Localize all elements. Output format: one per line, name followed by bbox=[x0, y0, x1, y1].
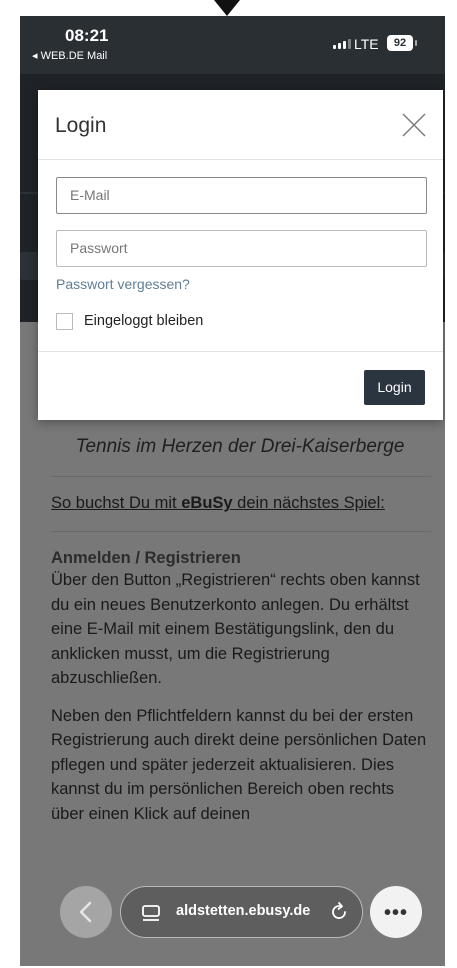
header-left-edge bbox=[20, 252, 40, 280]
reload-icon bbox=[332, 902, 346, 919]
address-bar[interactable]: aldstetten.ebusy.de bbox=[120, 886, 363, 938]
remember-me-label[interactable]: Eingeloggt bleiben bbox=[84, 313, 203, 329]
chevron-left-icon bbox=[79, 901, 92, 923]
back-button[interactable] bbox=[60, 886, 112, 938]
howto-heading: So buchst Du mit eBuSy dein nächstes Spi… bbox=[51, 494, 385, 512]
page-content: Tennis im Herzen der Drei-Kaiserberge So… bbox=[51, 436, 431, 826]
divider bbox=[51, 476, 431, 477]
modal-header-divider bbox=[38, 159, 443, 160]
paragraph: Über den Button „Registrieren“ rechts ob… bbox=[51, 571, 420, 687]
close-icon[interactable] bbox=[402, 113, 426, 137]
top-arrow-marker bbox=[214, 0, 240, 16]
login-modal: Login E-Mail Passwort Passwort vergessen… bbox=[38, 90, 443, 420]
divider bbox=[51, 531, 431, 532]
phone-screen: 08:21 ◂ WEB.DE Mail LTE 92 Tennis im Her… bbox=[20, 16, 445, 966]
login-button[interactable]: Login bbox=[364, 370, 425, 405]
paragraph: Neben den Pflichtfeldern kannst du bei d… bbox=[51, 706, 427, 823]
network-label: LTE bbox=[354, 36, 379, 52]
back-to-app-link[interactable]: ◂ WEB.DE Mail bbox=[32, 49, 107, 62]
email-field[interactable]: E-Mail bbox=[56, 177, 427, 214]
remember-me-checkbox[interactable] bbox=[56, 313, 73, 330]
url-text: aldstetten.ebusy.de bbox=[176, 903, 311, 919]
browser-toolbar: aldstetten.ebusy.de ••• bbox=[20, 856, 445, 966]
section-title: Anmelden / Registrieren bbox=[51, 549, 241, 567]
status-time: 08:21 bbox=[65, 26, 109, 45]
status-bar: 08:21 ◂ WEB.DE Mail LTE 92 bbox=[20, 16, 445, 74]
battery-icon: 92 bbox=[387, 35, 417, 51]
modal-footer-divider bbox=[38, 351, 443, 352]
modal-title: Login bbox=[55, 114, 107, 137]
page-tagline: Tennis im Herzen der Drei-Kaiserberge bbox=[75, 436, 405, 457]
more-options-button[interactable]: ••• bbox=[370, 886, 422, 938]
tabs-icon bbox=[142, 905, 160, 921]
ellipsis-icon: ••• bbox=[384, 902, 409, 924]
signal-icon bbox=[333, 39, 351, 49]
forgot-password-link[interactable]: Passwort vergessen? bbox=[56, 276, 190, 292]
password-field[interactable]: Passwort bbox=[56, 230, 427, 267]
